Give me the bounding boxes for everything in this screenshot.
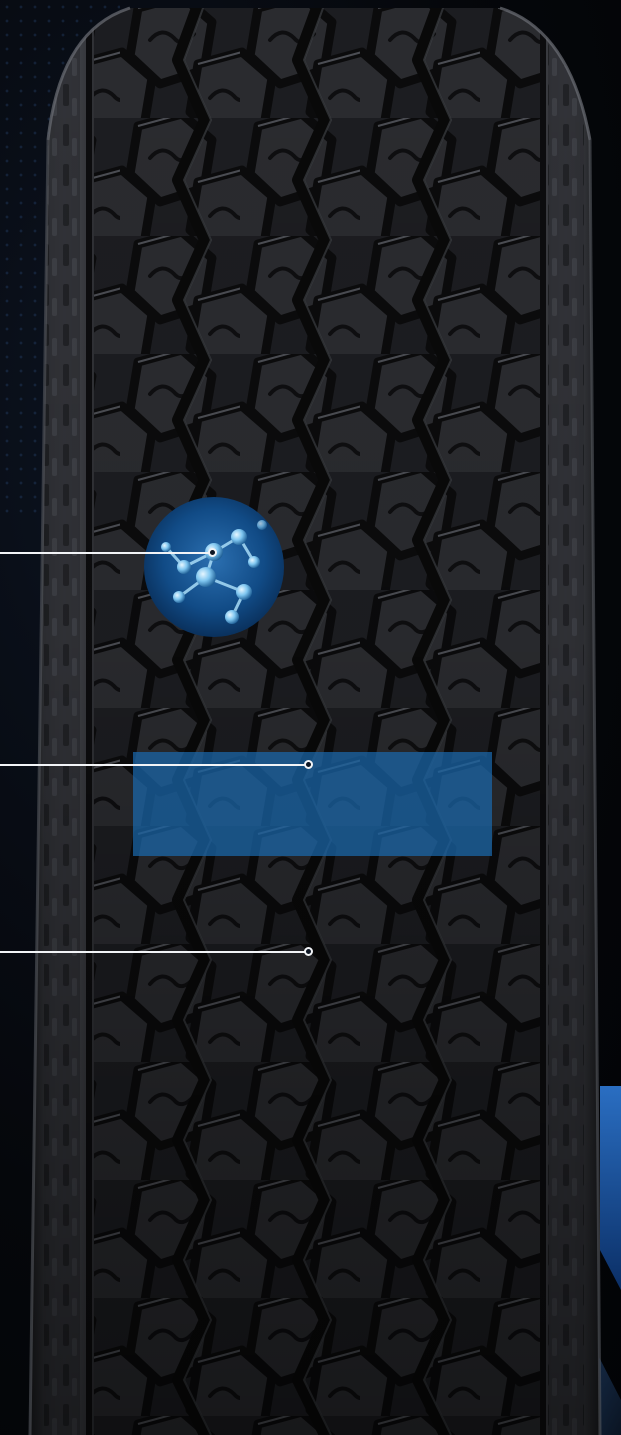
- callout-node-groove: [304, 947, 313, 956]
- callout-node-molecule: [208, 548, 217, 557]
- callout-line-tread-zone: [0, 764, 306, 766]
- callout-line-molecule: [0, 552, 210, 554]
- callout-node-tread-zone: [304, 760, 313, 769]
- highlight-tread-zone: [133, 752, 492, 856]
- callout-line-groove: [0, 951, 306, 953]
- tire-tread: [28, 6, 602, 1435]
- molecule-icon: [144, 497, 284, 637]
- product-stage: [0, 0, 621, 1435]
